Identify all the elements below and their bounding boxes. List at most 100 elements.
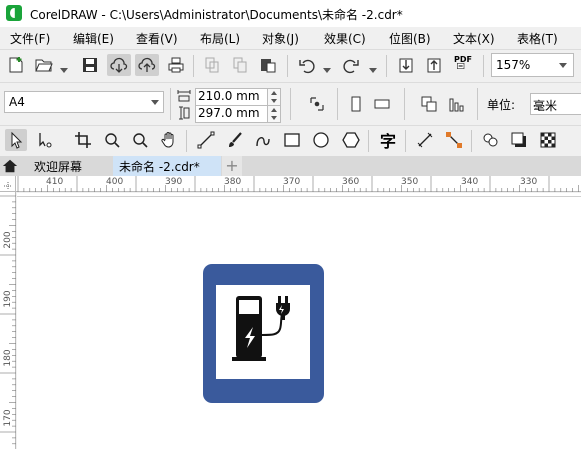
cloud-download-icon[interactable]: [107, 54, 131, 76]
new-document-icon[interactable]: [5, 54, 27, 76]
shape-tool-icon[interactable]: [34, 129, 56, 151]
menu-effects[interactable]: 效果(C): [324, 30, 366, 47]
sign-white-panel[interactable]: [216, 285, 310, 379]
toolbar-separator: [337, 88, 338, 120]
page-size-value: A4: [9, 95, 25, 109]
window-title: CorelDRAW - C:\Users\Administrator\Docum…: [30, 8, 403, 22]
tab-document[interactable]: 未命名 -2.cdr*: [113, 156, 221, 176]
menu-table[interactable]: 表格(T): [517, 30, 558, 47]
page-edge: [17, 196, 581, 197]
pick-tool-icon[interactable]: [5, 129, 27, 151]
vertical-ruler[interactable]: 200 190 180 170: [0, 192, 16, 449]
home-icon: [2, 159, 18, 173]
coreldraw-logo-icon: [6, 5, 22, 21]
landscape-icon[interactable]: [371, 93, 393, 115]
unit-select[interactable]: 毫米: [530, 93, 581, 115]
toolbar-separator: [193, 55, 194, 77]
zoom-level-select[interactable]: 157%: [491, 53, 574, 77]
crop-tool-icon[interactable]: [72, 129, 94, 151]
toolbar-separator: [287, 55, 288, 77]
unit-value: 毫米: [533, 99, 558, 113]
export-icon[interactable]: [423, 54, 445, 76]
transparency-tool-icon[interactable]: [537, 129, 559, 151]
brush-tool-icon[interactable]: [224, 129, 246, 151]
ellipse-tool-icon[interactable]: [310, 129, 332, 151]
page-size-dropdown-icon[interactable]: [151, 100, 159, 105]
all-pages-icon[interactable]: [306, 93, 328, 115]
cut-icon[interactable]: [201, 54, 223, 76]
toolbar-separator: [404, 88, 405, 120]
text-tool-icon[interactable]: 字: [377, 129, 399, 151]
curve-tool-icon[interactable]: [252, 129, 274, 151]
toolbar-separator: [368, 130, 369, 152]
rectangle-tool-icon[interactable]: [281, 129, 303, 151]
horizontal-ruler[interactable]: 410 400 390 380 370 360 350 340 330: [16, 176, 581, 192]
page-size-select[interactable]: A4: [4, 91, 164, 113]
ruler-h-label: 380: [224, 177, 242, 187]
width-icon: [176, 87, 192, 103]
drop-shadow-tool-icon[interactable]: [508, 129, 530, 151]
menu-layout[interactable]: 布局(L): [200, 30, 240, 47]
undo-dropdown-icon[interactable]: [323, 63, 331, 73]
cloud-upload-icon[interactable]: [135, 54, 159, 76]
add-tab-button[interactable]: +: [222, 156, 242, 176]
redo-icon[interactable]: [340, 54, 362, 76]
title-bar: CorelDRAW - C:\Users\Administrator\Docum…: [0, 0, 581, 27]
open-folder-icon[interactable]: [33, 54, 55, 76]
toolbar-separator: [186, 130, 187, 152]
toolbar-separator: [290, 88, 291, 120]
page-width-field[interactable]: 210.0 mm: [195, 88, 269, 106]
menu-text[interactable]: 文本(X): [453, 30, 495, 47]
redo-dropdown-icon[interactable]: [369, 63, 377, 73]
menu-bitmap[interactable]: 位图(B): [389, 30, 431, 47]
zoom-tool-icon[interactable]: [101, 129, 123, 151]
page-height-stepper[interactable]: [267, 105, 281, 123]
ruler-h-label: 330: [520, 177, 538, 187]
zoom-dropdown-icon[interactable]: [559, 63, 567, 68]
toolbar-separator: [405, 130, 406, 152]
ruler-h-label: 370: [283, 177, 301, 187]
standard-toolbar: PDF 157%: [0, 49, 581, 81]
freehand-tool-icon[interactable]: [195, 129, 217, 151]
toolbox: 字: [0, 125, 581, 155]
menu-file[interactable]: 文件(F): [10, 30, 50, 47]
import-icon[interactable]: [395, 54, 417, 76]
print-icon[interactable]: [165, 54, 187, 76]
tab-document-label: 未命名 -2.cdr*: [119, 160, 200, 174]
bar-graph-icon[interactable]: [446, 93, 468, 115]
unit-label: 单位:: [487, 98, 516, 112]
home-tab[interactable]: [0, 156, 20, 176]
portrait-icon[interactable]: [345, 93, 367, 115]
pan-tool-icon[interactable]: [158, 129, 180, 151]
parallel-dimension-tool-icon[interactable]: [414, 129, 436, 151]
tab-welcome-screen[interactable]: 欢迎屏幕: [20, 156, 113, 176]
page-layout-icon[interactable]: [418, 93, 440, 115]
blend-tool-icon[interactable]: [480, 129, 502, 151]
menu-view[interactable]: 查看(V): [136, 30, 178, 47]
open-dropdown-icon[interactable]: [60, 63, 68, 73]
toolbar-separator: [483, 55, 484, 77]
page-width-stepper[interactable]: [267, 88, 281, 106]
tab-welcome-label: 欢迎屏幕: [34, 160, 83, 174]
document-tab-bar: 欢迎屏幕 未命名 -2.cdr* +: [0, 156, 581, 176]
ruler-corner[interactable]: [0, 176, 16, 192]
undo-icon[interactable]: [296, 54, 318, 76]
ruler-h-label: 410: [46, 177, 64, 187]
publish-pdf-icon[interactable]: PDF: [453, 54, 475, 76]
save-icon[interactable]: [79, 54, 101, 76]
connector-tool-icon[interactable]: [443, 129, 465, 151]
paste-icon[interactable]: [257, 54, 279, 76]
property-bar: A4 210.0 mm 297.0 mm 单位: 毫米: [0, 82, 581, 124]
polygon-tool-icon[interactable]: [340, 129, 362, 151]
page-height-field[interactable]: 297.0 mm: [195, 105, 269, 123]
menu-edit[interactable]: 编辑(E): [73, 30, 114, 47]
ruler-v-label: 170: [3, 409, 13, 427]
ruler-v-label: 180: [3, 349, 13, 367]
zoom-out-tool-icon[interactable]: [129, 129, 151, 151]
menu-object[interactable]: 对象(J): [262, 30, 299, 47]
toolbar-separator: [471, 130, 472, 152]
ruler-h-label: 390: [165, 177, 183, 187]
toolbar-separator: [170, 88, 171, 120]
copy-icon[interactable]: [229, 54, 251, 76]
menu-bar: 文件(F) 编辑(E) 查看(V) 布局(L) 对象(J) 效果(C) 位图(B…: [0, 27, 581, 47]
